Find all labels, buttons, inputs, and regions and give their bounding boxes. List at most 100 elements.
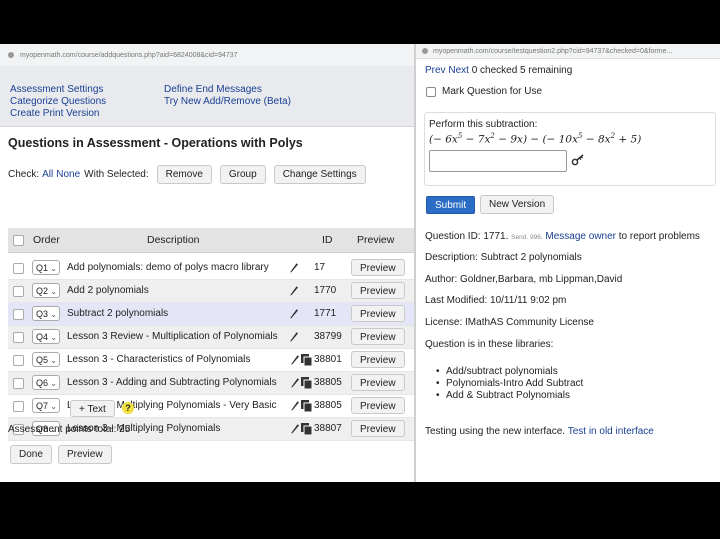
chevron-down-icon: ⌄: [50, 287, 57, 296]
table-row: Q5 ⌄ Lesson 3 - Characteristics of Polyno…: [8, 349, 414, 372]
preview-button[interactable]: Preview: [351, 420, 405, 437]
preview-button[interactable]: Preview: [351, 282, 405, 299]
order-select[interactable]: Q7 ⌄: [32, 398, 60, 413]
question-description: Subtract 2 polynomials: [67, 308, 169, 319]
pencil-icon[interactable]: [291, 378, 299, 388]
address-bar[interactable]: myopenmath.com/course/addquestions.php?a…: [0, 44, 414, 67]
preview-assessment-button[interactable]: Preview: [58, 445, 112, 464]
mark-question-checkbox[interactable]: [426, 86, 436, 97]
assessment-nav: Assessment Settings Categorize Questions…: [0, 66, 414, 127]
url-text: myopenmath.com/course/addquestions.php?a…: [20, 51, 238, 59]
mark-question-row: Mark Question for Use: [426, 86, 542, 97]
row-checkbox[interactable]: [13, 355, 24, 366]
preview-button[interactable]: Preview: [351, 259, 405, 276]
add-text-button[interactable]: + Text: [70, 400, 115, 417]
preview-button[interactable]: Preview: [351, 374, 405, 391]
pencil-icon[interactable]: [291, 424, 299, 434]
row-checkbox[interactable]: [13, 332, 24, 343]
table-row: Q2 ⌄ Add 2 polynomials 1770 Preview: [8, 280, 414, 303]
chevron-down-icon: ⌄: [50, 310, 57, 319]
column-order: Order: [33, 234, 60, 246]
try-new-add-remove-link[interactable]: Try New Add/Remove (Beta): [164, 96, 291, 108]
define-end-messages-link[interactable]: Define End Messages: [164, 84, 262, 96]
table-row: Q3 ⌄ Subtract 2 polynomials 1771 Preview: [8, 303, 414, 326]
table-row: Q4 ⌄ Lesson 3 Review - Multiplication of …: [8, 326, 414, 349]
order-select[interactable]: Q4 ⌄: [32, 329, 60, 344]
preview-button[interactable]: Preview: [351, 397, 405, 414]
question-description: Lesson 3 Review - Multiplication of Poly…: [67, 331, 278, 342]
group-button[interactable]: Group: [219, 164, 266, 184]
row-checkbox[interactable]: [13, 263, 24, 274]
question-description: Lesson 3 - Adding and Subtracting Polyno…: [67, 377, 277, 388]
submit-button[interactable]: Submit: [426, 196, 476, 214]
categorize-questions-link[interactable]: Categorize Questions: [10, 96, 106, 108]
new-version-button[interactable]: New Version: [480, 195, 555, 214]
order-select[interactable]: Q6 ⌄: [32, 375, 60, 390]
lock-icon: [422, 48, 428, 54]
row-checkbox[interactable]: [13, 401, 24, 412]
row-checkbox[interactable]: [13, 286, 24, 297]
preview-button[interactable]: Preview: [351, 328, 405, 345]
row-icons: [290, 421, 314, 438]
row-checkbox[interactable]: [13, 309, 24, 320]
with-selected-label: With Selected:: [84, 168, 149, 180]
help-icon[interactable]: ?: [122, 402, 134, 414]
preview-button[interactable]: Preview: [351, 305, 405, 322]
question-id: 38799: [314, 331, 342, 342]
pencil-icon[interactable]: [289, 261, 299, 273]
mark-question-label: Mark Question for Use: [442, 86, 543, 97]
old-interface-link[interactable]: Test in old interface: [568, 426, 654, 437]
message-owner-link[interactable]: Message owner: [545, 231, 616, 242]
chevron-down-icon: ⌄: [50, 356, 57, 365]
question-id: 38805: [314, 400, 342, 411]
done-button[interactable]: Done: [10, 445, 52, 464]
column-id: ID: [322, 234, 333, 246]
row-checkbox[interactable]: [13, 378, 24, 389]
chevron-down-icon: ⌄: [50, 264, 57, 273]
order-select[interactable]: Q1 ⌄: [32, 260, 60, 275]
question-last-modified: Last Modified: 10/11/11 9:02 pm: [425, 295, 567, 306]
order-select[interactable]: Q2 ⌄: [32, 283, 60, 298]
pencil-icon[interactable]: [289, 330, 299, 342]
list-item: Add/subtract polynomials: [436, 366, 583, 378]
list-item: Polynomials-Intro Add Subtract: [436, 378, 583, 390]
row-icons: [290, 352, 314, 369]
assessment-settings-link[interactable]: Assessment Settings: [10, 84, 103, 96]
remove-button[interactable]: Remove: [156, 164, 212, 184]
select-all-checkbox[interactable]: [13, 235, 24, 246]
chevron-down-icon: ⌄: [50, 333, 57, 342]
questions-table-header: Order Description ID Preview: [8, 228, 414, 253]
send-label: Send. 996.: [511, 234, 543, 241]
order-select[interactable]: Q3 ⌄: [32, 306, 60, 321]
key-icon[interactable]: [571, 153, 585, 167]
libraries-label: Question is in these libraries:: [425, 339, 554, 350]
question-id: 38805: [314, 377, 342, 388]
change-settings-button[interactable]: Change Settings: [273, 164, 366, 184]
prev-link[interactable]: Prev: [425, 65, 446, 76]
check-all-link[interactable]: All: [42, 169, 53, 180]
question-id-label: Question ID: 1771.: [425, 231, 509, 242]
pencil-icon[interactable]: [289, 307, 299, 319]
answer-input[interactable]: [429, 150, 567, 172]
question-id: 1771: [314, 308, 337, 319]
table-row: Q7 ⌄ Lesson 3 - Multiplying Polynomials -…: [8, 395, 414, 418]
address-bar[interactable]: myopenmath.com/course/testquestion2.php?…: [416, 44, 720, 59]
row-icons: [290, 375, 314, 392]
preview-button[interactable]: Preview: [351, 351, 405, 368]
assessment-window: myopenmath.com/course/addquestions.php?a…: [0, 44, 414, 482]
question-description-info: Description: Subtract 2 polynomials: [425, 252, 582, 263]
next-link[interactable]: Next: [448, 65, 469, 76]
pencil-icon[interactable]: [289, 284, 299, 296]
check-none-link[interactable]: None: [56, 169, 80, 180]
question-id: 38801: [314, 354, 342, 365]
question-description: Add polynomials: demo of polys macro lib…: [67, 262, 269, 273]
question-pager: Prev Next 0 checked 5 remaining: [425, 65, 572, 76]
pencil-icon[interactable]: [291, 401, 299, 411]
url-text: myopenmath.com/course/testquestion2.php?…: [433, 47, 673, 55]
pencil-icon[interactable]: [291, 355, 299, 365]
question-expression: (− 6x5 − 7x2 − 9x) − (− 10x5 − 8x2 + 5): [429, 132, 642, 146]
order-select[interactable]: Q5 ⌄: [32, 352, 60, 367]
create-print-version-link[interactable]: Create Print Version: [10, 108, 100, 120]
question-box: Perform this subtraction: (− 6x5 − 7x2 −…: [424, 112, 716, 186]
chevron-down-icon: ⌄: [50, 402, 57, 411]
